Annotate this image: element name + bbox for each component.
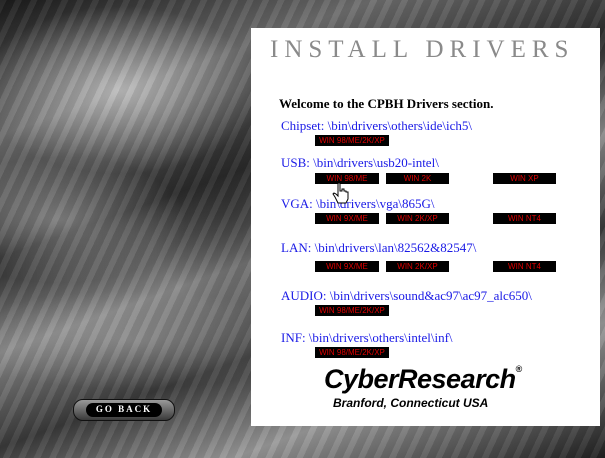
lan-win9x-me-button[interactable]: WIN 9X/ME bbox=[315, 261, 379, 272]
usb-winxp-button[interactable]: WIN XP bbox=[493, 173, 556, 184]
go-back-label: GO BACK bbox=[95, 404, 153, 414]
vga-win2k-xp-button[interactable]: WIN 2K/XP bbox=[386, 213, 449, 224]
cyberresearch-logo: CyberResearch® Branford, Connecticut USA bbox=[324, 364, 534, 418]
vga-driver-path[interactable]: VGA: \bin\drivers\vga\865G\ bbox=[281, 196, 434, 212]
audio-win98-me-2k-xp-button[interactable]: WIN 98/ME/2K/XP bbox=[315, 305, 389, 316]
welcome-text: Welcome to the CPBH Drivers section. bbox=[279, 96, 494, 111]
inf-driver-path[interactable]: INF: \bin\drivers\others\intel\inf\ bbox=[281, 330, 453, 346]
audio-driver-path[interactable]: AUDIO: \bin\drivers\sound&ac97\ac97_alc6… bbox=[281, 288, 532, 304]
registered-mark: ® bbox=[515, 364, 523, 374]
lan-win2k-xp-button[interactable]: WIN 2K/XP bbox=[386, 261, 449, 272]
chipset-driver-path[interactable]: Chipset: \bin\drivers\others\ide\ich5\ bbox=[281, 118, 472, 134]
vga-winnt4-button[interactable]: WIN NT4 bbox=[493, 213, 556, 224]
inf-win98-me-2k-xp-button[interactable]: WIN 98/ME/2K/XP bbox=[315, 347, 389, 358]
usb-driver-path[interactable]: USB: \bin\drivers\usb20-intel\ bbox=[281, 155, 439, 171]
lan-winnt4-button[interactable]: WIN NT4 bbox=[493, 261, 556, 272]
lan-driver-path[interactable]: LAN: \bin\drivers\lan\82562&82547\ bbox=[281, 240, 476, 256]
logo-tagline: Branford, Connecticut USA bbox=[333, 396, 489, 410]
usb-win2k-button[interactable]: WIN 2K bbox=[386, 173, 449, 184]
go-back-button[interactable]: GO BACK bbox=[73, 399, 175, 421]
vga-win9x-me-button[interactable]: WIN 9X/ME bbox=[315, 213, 379, 224]
hand-pointer-icon bbox=[332, 182, 349, 204]
chipset-win98-me-2k-xp-button[interactable]: WIN 98/ME/2K/XP bbox=[315, 135, 389, 146]
logo-name: CyberResearch bbox=[324, 364, 516, 394]
page-title: INSTALL DRIVERS bbox=[270, 36, 575, 63]
